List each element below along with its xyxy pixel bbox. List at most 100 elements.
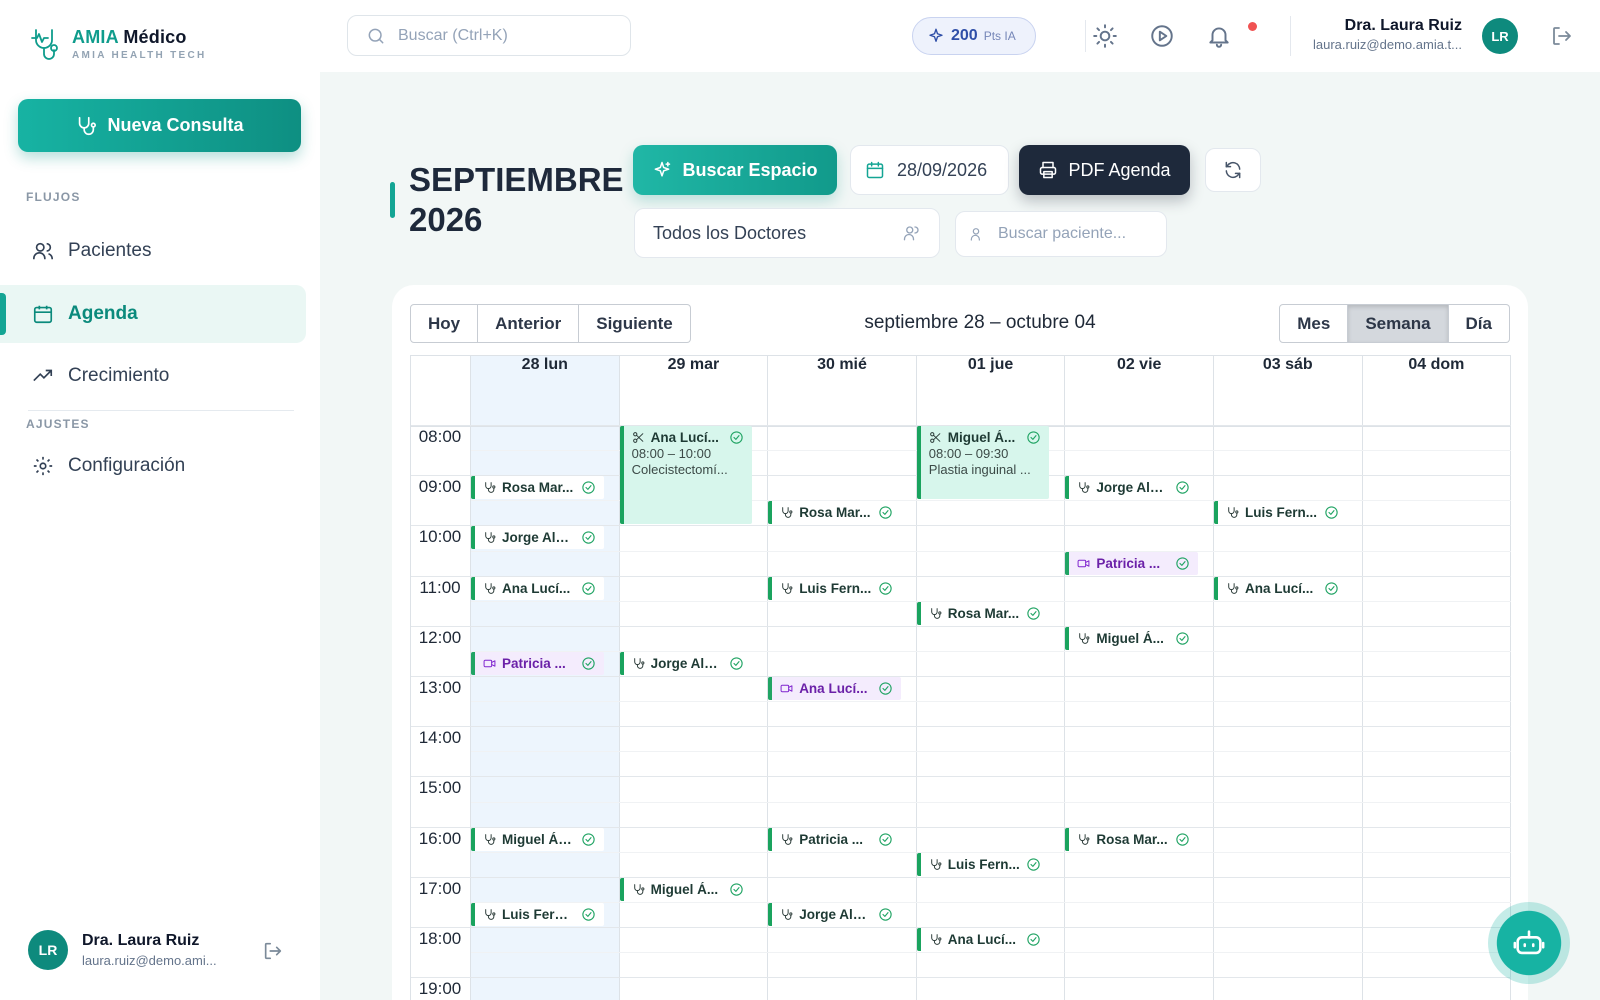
- time-label: 13:00: [418, 678, 462, 697]
- next-button[interactable]: Siguiente: [579, 304, 691, 343]
- event-patient-name: Jorge Alb...: [1096, 480, 1169, 496]
- view-month-button[interactable]: Mes: [1279, 304, 1349, 343]
- hour-line: [411, 977, 1511, 979]
- sparkles-icon: [929, 28, 943, 42]
- appointment-event[interactable]: Ana Lucí...: [471, 576, 604, 600]
- appointment-event[interactable]: Miguel Á...: [619, 877, 753, 901]
- pdf-agenda-button[interactable]: PDF Agenda: [1019, 145, 1190, 195]
- event-procedure: Colecistectomí...: [631, 462, 728, 477]
- event-patient-name: Luis Fernand...: [502, 906, 575, 922]
- printer-icon: [1040, 161, 1057, 179]
- sun-icon[interactable]: [1092, 23, 1118, 49]
- section-label-flows: FLUJOS: [26, 190, 81, 204]
- day-column-line: [1510, 355, 1512, 1000]
- half-hour-line: [471, 952, 1511, 954]
- appointment-event[interactable]: Jorge Alb...: [471, 526, 604, 550]
- topbar-user[interactable]: Dra. Laura Ruiz laura.ruiz@demo.amia.t..…: [1313, 17, 1462, 52]
- sidebar-item-label: Pacientes: [68, 240, 152, 261]
- day-header[interactable]: 03 sáb: [1214, 355, 1363, 377]
- event-patient-name: Ana Lucí...: [1245, 580, 1314, 596]
- appointment-event[interactable]: Rosa Mar...: [768, 501, 901, 525]
- appointment-event[interactable]: Patricia ...: [471, 651, 604, 675]
- appointment-event[interactable]: Miguel Á... 08:00 – 09:30 Plastia inguinal…: [916, 426, 1050, 500]
- appointment-event[interactable]: Jorge Alb...: [768, 902, 901, 926]
- logout-icon[interactable]: [262, 940, 284, 962]
- robot-icon: [1513, 930, 1545, 955]
- appointment-event[interactable]: Rosa Mar...: [1065, 827, 1198, 851]
- today-button[interactable]: Hoy: [410, 304, 479, 343]
- check-circle-icon: [730, 883, 743, 896]
- time-label: 11:00: [419, 577, 461, 597]
- event-patient-name: Miguel Á...: [650, 881, 719, 897]
- doctor-filter-select[interactable]: Todos los Doctores: [634, 208, 940, 258]
- avatar[interactable]: LR: [1482, 18, 1518, 54]
- time-label: 10:00: [418, 527, 462, 547]
- appointment-event[interactable]: Jorge Alb...: [619, 651, 753, 675]
- check-circle-icon: [1324, 581, 1338, 595]
- calendar-range-title: septiembre 28 – octubre 04: [864, 312, 1096, 333]
- appointment-event[interactable]: Luis Fern...: [768, 576, 901, 600]
- appointment-event[interactable]: Ana Lucí...: [768, 677, 901, 700]
- sidebar-user-card[interactable]: LR Dra. Laura Ruiz laura.ruiz@demo.ami..…: [28, 930, 217, 970]
- sidebar-item-patients[interactable]: Pacientes: [0, 222, 306, 280]
- day-header[interactable]: 29 mar: [619, 355, 769, 377]
- appointment-event[interactable]: Ana Lucí...: [916, 928, 1050, 951]
- time-label: 16:00: [418, 828, 462, 848]
- event-patient-name: Luis Fern...: [1245, 505, 1318, 521]
- event-patient-name: Luis Fern...: [799, 580, 872, 596]
- new-consult-label: Nueva Consulta: [107, 115, 244, 135]
- assistant-bot-button[interactable]: [1488, 902, 1570, 984]
- appointment-event[interactable]: Ana Lucí...: [1214, 576, 1347, 600]
- previous-button[interactable]: Anterior: [478, 304, 580, 343]
- week-grid: 28 lun 29 mar 30 mié 01 jue 02 vie 03 sáb 04 d…: [410, 355, 1512, 1000]
- ai-points-badge[interactable]: 200 Pts IA: [912, 17, 1036, 55]
- appointment-event[interactable]: Luis Fernand...: [471, 902, 604, 926]
- page-title-year: 2026: [409, 201, 483, 238]
- check-circle-icon: [1027, 607, 1041, 620]
- appointment-event[interactable]: Jorge Alb...: [1065, 476, 1198, 500]
- brand-logo[interactable]: AMIA Médico AMIA HEALTH TECH: [28, 24, 207, 64]
- appointment-event[interactable]: Luis Fern...: [1214, 501, 1347, 525]
- day-header[interactable]: 30 mié: [768, 355, 917, 377]
- event-patient-name: Jorge Alb...: [799, 906, 872, 922]
- appointment-event[interactable]: Patricia ...: [768, 827, 901, 851]
- sidebar-item-growth[interactable]: Crecimiento: [0, 347, 306, 405]
- new-consult-button[interactable]: Nueva Consulta: [18, 99, 301, 152]
- date-field[interactable]: 28/09/2026: [850, 145, 1009, 195]
- section-label-settings: AJUSTES: [26, 417, 90, 431]
- day-header[interactable]: 02 vie: [1065, 355, 1214, 377]
- appointment-event[interactable]: Rosa Mar...: [471, 476, 604, 500]
- appointment-event[interactable]: Ana Lucí... 08:00 – 10:00 Colecistectomí..…: [619, 426, 753, 525]
- appointment-event[interactable]: Miguel Á...: [1065, 626, 1198, 650]
- sidebar-item-agenda[interactable]: Agenda: [0, 285, 306, 343]
- appointment-event[interactable]: Rosa Mar...: [916, 601, 1050, 625]
- sidebar-user-name: Dra. Laura Ruiz: [82, 932, 200, 949]
- stethoscope-icon: [79, 116, 97, 135]
- view-day-button[interactable]: Día: [1448, 304, 1510, 343]
- appointment-event[interactable]: Miguel Ánge...: [471, 827, 604, 851]
- check-circle-icon: [1027, 933, 1041, 946]
- event-patient-name: Miguel Á...: [947, 430, 1016, 445]
- refresh-button[interactable]: [1205, 148, 1261, 192]
- view-week-button[interactable]: Semana: [1348, 304, 1449, 343]
- day-header[interactable]: 04 dom: [1362, 355, 1512, 377]
- time-label: 15:00: [418, 778, 462, 798]
- event-patient-name: Ana Lucí...: [799, 681, 868, 696]
- play-circle-icon[interactable]: [1149, 23, 1175, 49]
- bell-icon[interactable]: [1206, 23, 1232, 49]
- patient-search-input[interactable]: Buscar paciente...: [955, 211, 1167, 257]
- check-circle-icon: [730, 431, 743, 444]
- check-circle-icon: [1176, 832, 1189, 846]
- brand-title-accent: AMIA: [72, 27, 119, 47]
- appointment-event[interactable]: Luis Fern...: [916, 852, 1050, 876]
- date-value: 28/09/2026: [897, 159, 988, 180]
- appointment-event[interactable]: Patricia ...: [1065, 551, 1198, 575]
- search-input[interactable]: Buscar (Ctrl+K): [347, 15, 631, 56]
- day-header[interactable]: 28 lun: [471, 355, 620, 377]
- day-header[interactable]: 01 jue: [916, 355, 1066, 377]
- logout-icon[interactable]: [1550, 24, 1574, 48]
- find-slot-button[interactable]: Buscar Espacio: [633, 145, 837, 195]
- time-label: 18:00: [418, 929, 462, 948]
- sidebar-item-settings[interactable]: Configuración: [0, 437, 306, 495]
- day-column-line: [1064, 355, 1066, 1000]
